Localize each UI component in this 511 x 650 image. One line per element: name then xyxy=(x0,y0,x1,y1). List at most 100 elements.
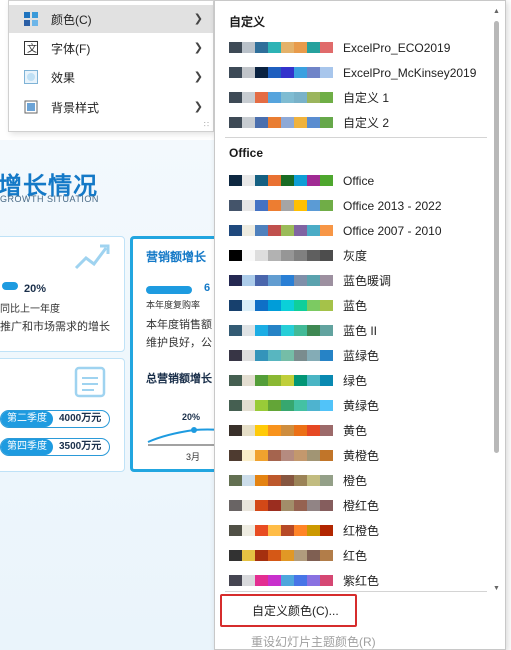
color-swatch-strip xyxy=(229,400,333,411)
theme-option[interactable]: 灰度 xyxy=(215,243,489,268)
theme-option[interactable]: 蓝色 xyxy=(215,293,489,318)
color-swatch xyxy=(281,325,294,336)
color-swatch xyxy=(294,42,307,53)
slide-chart-label: 3月 xyxy=(186,452,201,462)
slide-percent: 20% xyxy=(24,283,47,295)
color-swatch xyxy=(294,400,307,411)
palette-icon xyxy=(23,11,39,27)
color-swatch xyxy=(242,400,255,411)
theme-option[interactable]: ExcelPro_ECO2019 xyxy=(215,35,489,60)
svg-text:文: 文 xyxy=(27,42,37,55)
theme-option[interactable]: Office 2007 - 2010 xyxy=(215,218,489,243)
theme-option[interactable]: 红橙色 xyxy=(215,518,489,543)
theme-option[interactable]: 蓝绿色 xyxy=(215,343,489,368)
color-swatch xyxy=(268,250,281,261)
color-swatch xyxy=(268,425,281,436)
color-swatch xyxy=(294,250,307,261)
theme-option[interactable]: 黄色 xyxy=(215,418,489,443)
theme-option[interactable]: 自定义 1 xyxy=(215,85,489,110)
reset-theme-colors-item[interactable]: 重设幻灯片主题颜色(R) xyxy=(251,633,376,650)
color-swatch xyxy=(294,475,307,486)
scrollbar[interactable]: ▲ ▼ xyxy=(492,7,501,593)
theme-option[interactable]: Office 2013 - 2022 xyxy=(215,193,489,218)
theme-option[interactable]: 蓝色 II xyxy=(215,318,489,343)
color-swatch xyxy=(268,225,281,236)
theme-option[interactable]: 绿色 xyxy=(215,368,489,393)
color-swatch xyxy=(320,275,333,286)
color-swatch-strip xyxy=(229,200,333,211)
color-swatch-strip xyxy=(229,117,333,128)
color-swatch xyxy=(255,400,268,411)
theme-colors-submenu: 自定义 ExcelPro_ECO2019 ExcelPro_McKinsey201… xyxy=(214,0,506,650)
color-swatch xyxy=(242,350,255,361)
color-swatch xyxy=(229,350,242,361)
color-swatch-strip xyxy=(229,325,333,336)
slide-text: 推广和市场需求的增长 xyxy=(0,321,110,333)
color-swatch xyxy=(229,175,242,186)
color-swatch-strip xyxy=(229,525,333,536)
theme-name: 灰度 xyxy=(343,249,368,263)
color-swatch-strip xyxy=(229,300,333,311)
color-swatch xyxy=(229,225,242,236)
theme-option[interactable]: 紫红色 xyxy=(215,568,489,593)
color-swatch xyxy=(320,375,333,386)
scroll-up-icon[interactable]: ▲ xyxy=(492,7,501,16)
color-swatch xyxy=(255,42,268,53)
color-swatch xyxy=(268,375,281,386)
color-swatch xyxy=(242,67,255,78)
theme-option[interactable]: 黄橙色 xyxy=(215,443,489,468)
color-swatch xyxy=(255,375,268,386)
color-swatch xyxy=(320,475,333,486)
custom-colors-button[interactable]: 自定义颜色(C)... xyxy=(220,594,357,627)
color-swatch xyxy=(229,300,242,311)
color-swatch xyxy=(281,350,294,361)
theme-option[interactable]: 橙色 xyxy=(215,468,489,493)
color-swatch xyxy=(255,550,268,561)
color-swatch-strip xyxy=(229,67,333,78)
menu-item-fonts[interactable]: 文 字体(F) ❯ xyxy=(9,34,213,62)
color-swatch xyxy=(229,250,242,261)
color-swatch xyxy=(281,400,294,411)
color-swatch xyxy=(229,117,242,128)
growth-chart-icon xyxy=(74,244,110,270)
color-swatch xyxy=(229,67,242,78)
resize-grip-icon[interactable]: ∷ xyxy=(204,120,209,129)
quarter-pill: 第四季度 3500万元 xyxy=(0,438,110,456)
menu-item-background-styles[interactable]: 背景样式 ❯ xyxy=(9,93,213,121)
color-swatch xyxy=(320,175,333,186)
theme-option[interactable]: 蓝色暖调 xyxy=(215,268,489,293)
theme-option[interactable]: 自定义 2 xyxy=(215,110,489,135)
quarter-value: 4000万元 xyxy=(59,413,102,424)
color-swatch xyxy=(281,475,294,486)
scroll-thumb[interactable] xyxy=(494,21,499,453)
scroll-down-icon[interactable]: ▼ xyxy=(492,584,501,593)
color-swatch xyxy=(294,575,307,586)
theme-option[interactable]: ExcelPro_McKinsey2019 xyxy=(215,60,489,85)
color-swatch xyxy=(255,425,268,436)
color-swatch xyxy=(242,175,255,186)
menu-item-effects[interactable]: 效果 ❯ xyxy=(9,63,213,91)
color-swatch xyxy=(307,500,320,511)
color-swatch xyxy=(255,225,268,236)
color-swatch-strip xyxy=(229,92,333,103)
color-swatch xyxy=(268,117,281,128)
color-swatch xyxy=(307,400,320,411)
font-icon: 文 xyxy=(23,40,39,56)
color-swatch xyxy=(242,300,255,311)
theme-option[interactable]: 黄绿色 xyxy=(215,393,489,418)
theme-option[interactable]: 红色 xyxy=(215,543,489,568)
color-swatch xyxy=(281,575,294,586)
menu-item-colors[interactable]: 颜色(C) ❯ xyxy=(9,5,213,33)
color-swatch xyxy=(255,525,268,536)
theme-option[interactable]: 橙红色 xyxy=(215,493,489,518)
color-swatch xyxy=(242,250,255,261)
color-swatch xyxy=(268,300,281,311)
theme-option[interactable]: Office xyxy=(215,168,489,193)
theme-name: 红橙色 xyxy=(343,524,380,538)
color-swatch xyxy=(268,575,281,586)
theme-name: 自定义 2 xyxy=(343,116,390,130)
divider xyxy=(225,137,487,138)
color-swatch xyxy=(268,525,281,536)
color-swatch xyxy=(307,42,320,53)
color-swatch xyxy=(268,175,281,186)
